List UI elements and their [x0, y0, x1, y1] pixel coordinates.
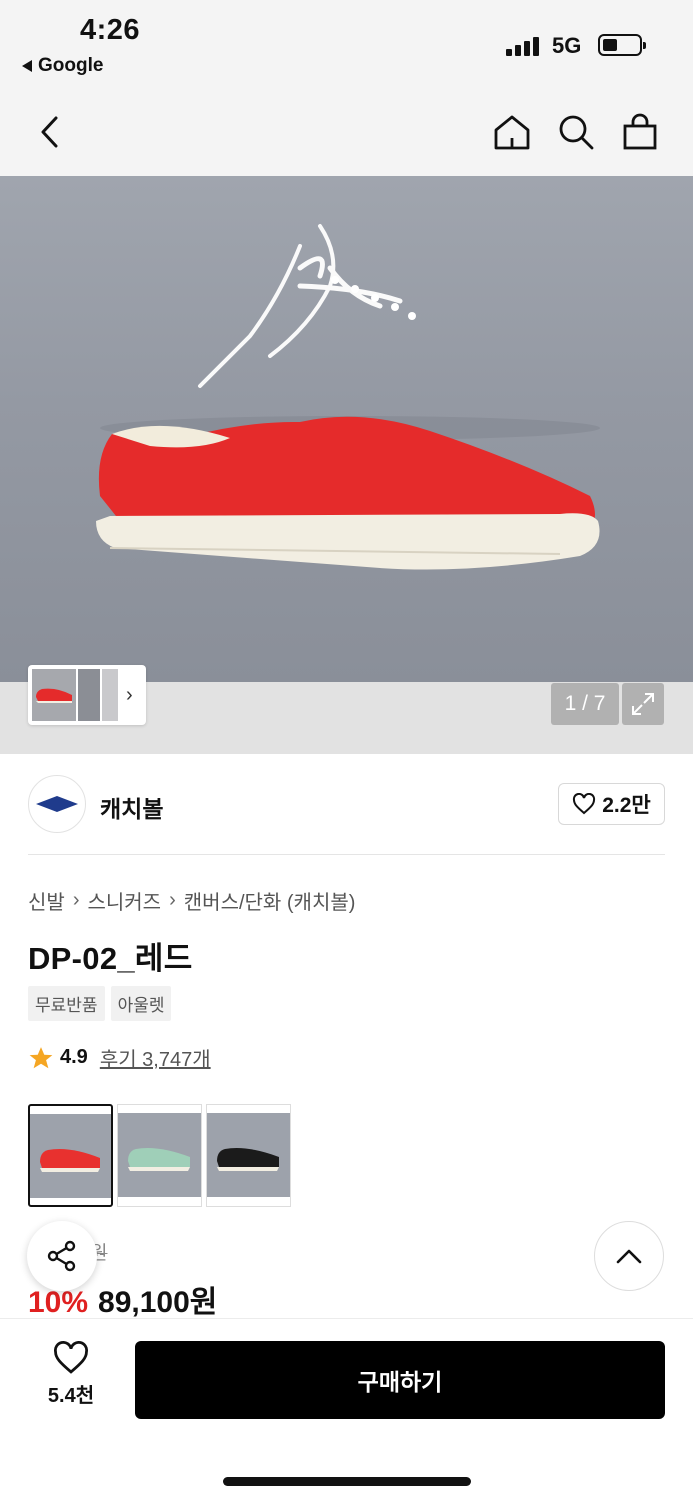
- breadcrumb: 신발 › 스니커즈 › 캔버스/단화 (캐치볼): [28, 886, 355, 915]
- breadcrumb-item[interactable]: 신발: [28, 886, 65, 915]
- share-button[interactable]: [27, 1221, 97, 1291]
- top-navigation: [0, 88, 693, 176]
- thumbnail-next-icon[interactable]: ›: [126, 684, 133, 707]
- share-icon: [47, 1240, 76, 1272]
- breadcrumb-separator-icon: ›: [72, 889, 80, 911]
- back-to-app-link[interactable]: Google: [22, 55, 103, 77]
- battery-icon: [598, 34, 646, 56]
- gallery-thumbnails[interactable]: ›: [28, 665, 146, 725]
- thumbnail-2[interactable]: [78, 669, 100, 721]
- wishlist-button[interactable]: 5.4천: [30, 1341, 112, 1421]
- bottom-action-bar: 5.4천 구매하기: [0, 1318, 693, 1500]
- brand-favorite-count: 2.2만: [602, 794, 651, 817]
- shopping-bag-icon: [623, 113, 657, 150]
- chevron-up-icon: [616, 1249, 642, 1264]
- back-button[interactable]: [26, 108, 74, 156]
- home-indicator: [223, 1477, 471, 1486]
- sale-price: 89,100원: [98, 1286, 218, 1319]
- scroll-top-button[interactable]: [594, 1221, 664, 1291]
- brand-favorite-button[interactable]: 2.2만: [558, 783, 665, 825]
- status-bar: 4:26 Google 5G: [0, 0, 693, 88]
- thumbnail-3[interactable]: [102, 669, 118, 721]
- back-app-label: Google: [38, 55, 104, 76]
- heart-icon: [54, 1341, 88, 1374]
- brand-logo[interactable]: [28, 775, 86, 833]
- brand-logo-mark: [36, 796, 78, 812]
- red-sneaker-image: [96, 224, 600, 570]
- star-icon: [29, 1046, 53, 1068]
- back-triangle-icon: [22, 60, 32, 72]
- product-image[interactable]: [0, 176, 693, 682]
- home-icon: [494, 115, 530, 150]
- network-label: 5G: [552, 33, 582, 58]
- heart-icon: [573, 793, 596, 815]
- rating-score: 4.9: [60, 1046, 88, 1068]
- tag-outlet: 아울렛: [110, 986, 172, 1021]
- wishlist-count: 5.4천: [47, 1385, 95, 1407]
- tag-free-return: 무료반품: [28, 986, 105, 1021]
- home-button[interactable]: [488, 108, 536, 156]
- signal-icon: [506, 36, 539, 56]
- color-option-mint[interactable]: [117, 1104, 202, 1207]
- status-time: 4:26: [80, 14, 141, 46]
- brand-name[interactable]: 캐치볼: [100, 790, 163, 824]
- buy-button[interactable]: 구매하기: [135, 1341, 665, 1419]
- chevron-left-icon: [41, 116, 58, 148]
- image-counter: 1 / 7: [551, 683, 619, 725]
- color-option-black[interactable]: [206, 1104, 291, 1207]
- search-icon: [559, 115, 594, 150]
- discount-rate: 10%: [28, 1286, 89, 1319]
- cart-button[interactable]: [616, 108, 664, 156]
- brand-row: 캐치볼 2.2만: [28, 775, 665, 855]
- breadcrumb-item[interactable]: 캔버스/단화 (캐치볼): [184, 886, 356, 915]
- rating-row: 4.9 후기 3,747개: [28, 1043, 211, 1072]
- product-title: DP-02_레드: [28, 941, 193, 976]
- breadcrumb-item[interactable]: 스니커즈: [87, 886, 161, 915]
- color-options: [28, 1104, 291, 1207]
- expand-button[interactable]: [622, 683, 664, 725]
- expand-icon: [632, 693, 654, 715]
- reviews-link[interactable]: 후기 3,747개: [100, 1043, 211, 1072]
- product-tags: 무료반품 아울렛: [28, 986, 172, 1021]
- breadcrumb-separator-icon: ›: [169, 889, 176, 911]
- search-button[interactable]: [552, 108, 600, 156]
- thumbnail-1[interactable]: [32, 669, 76, 721]
- color-option-red[interactable]: [28, 1104, 113, 1207]
